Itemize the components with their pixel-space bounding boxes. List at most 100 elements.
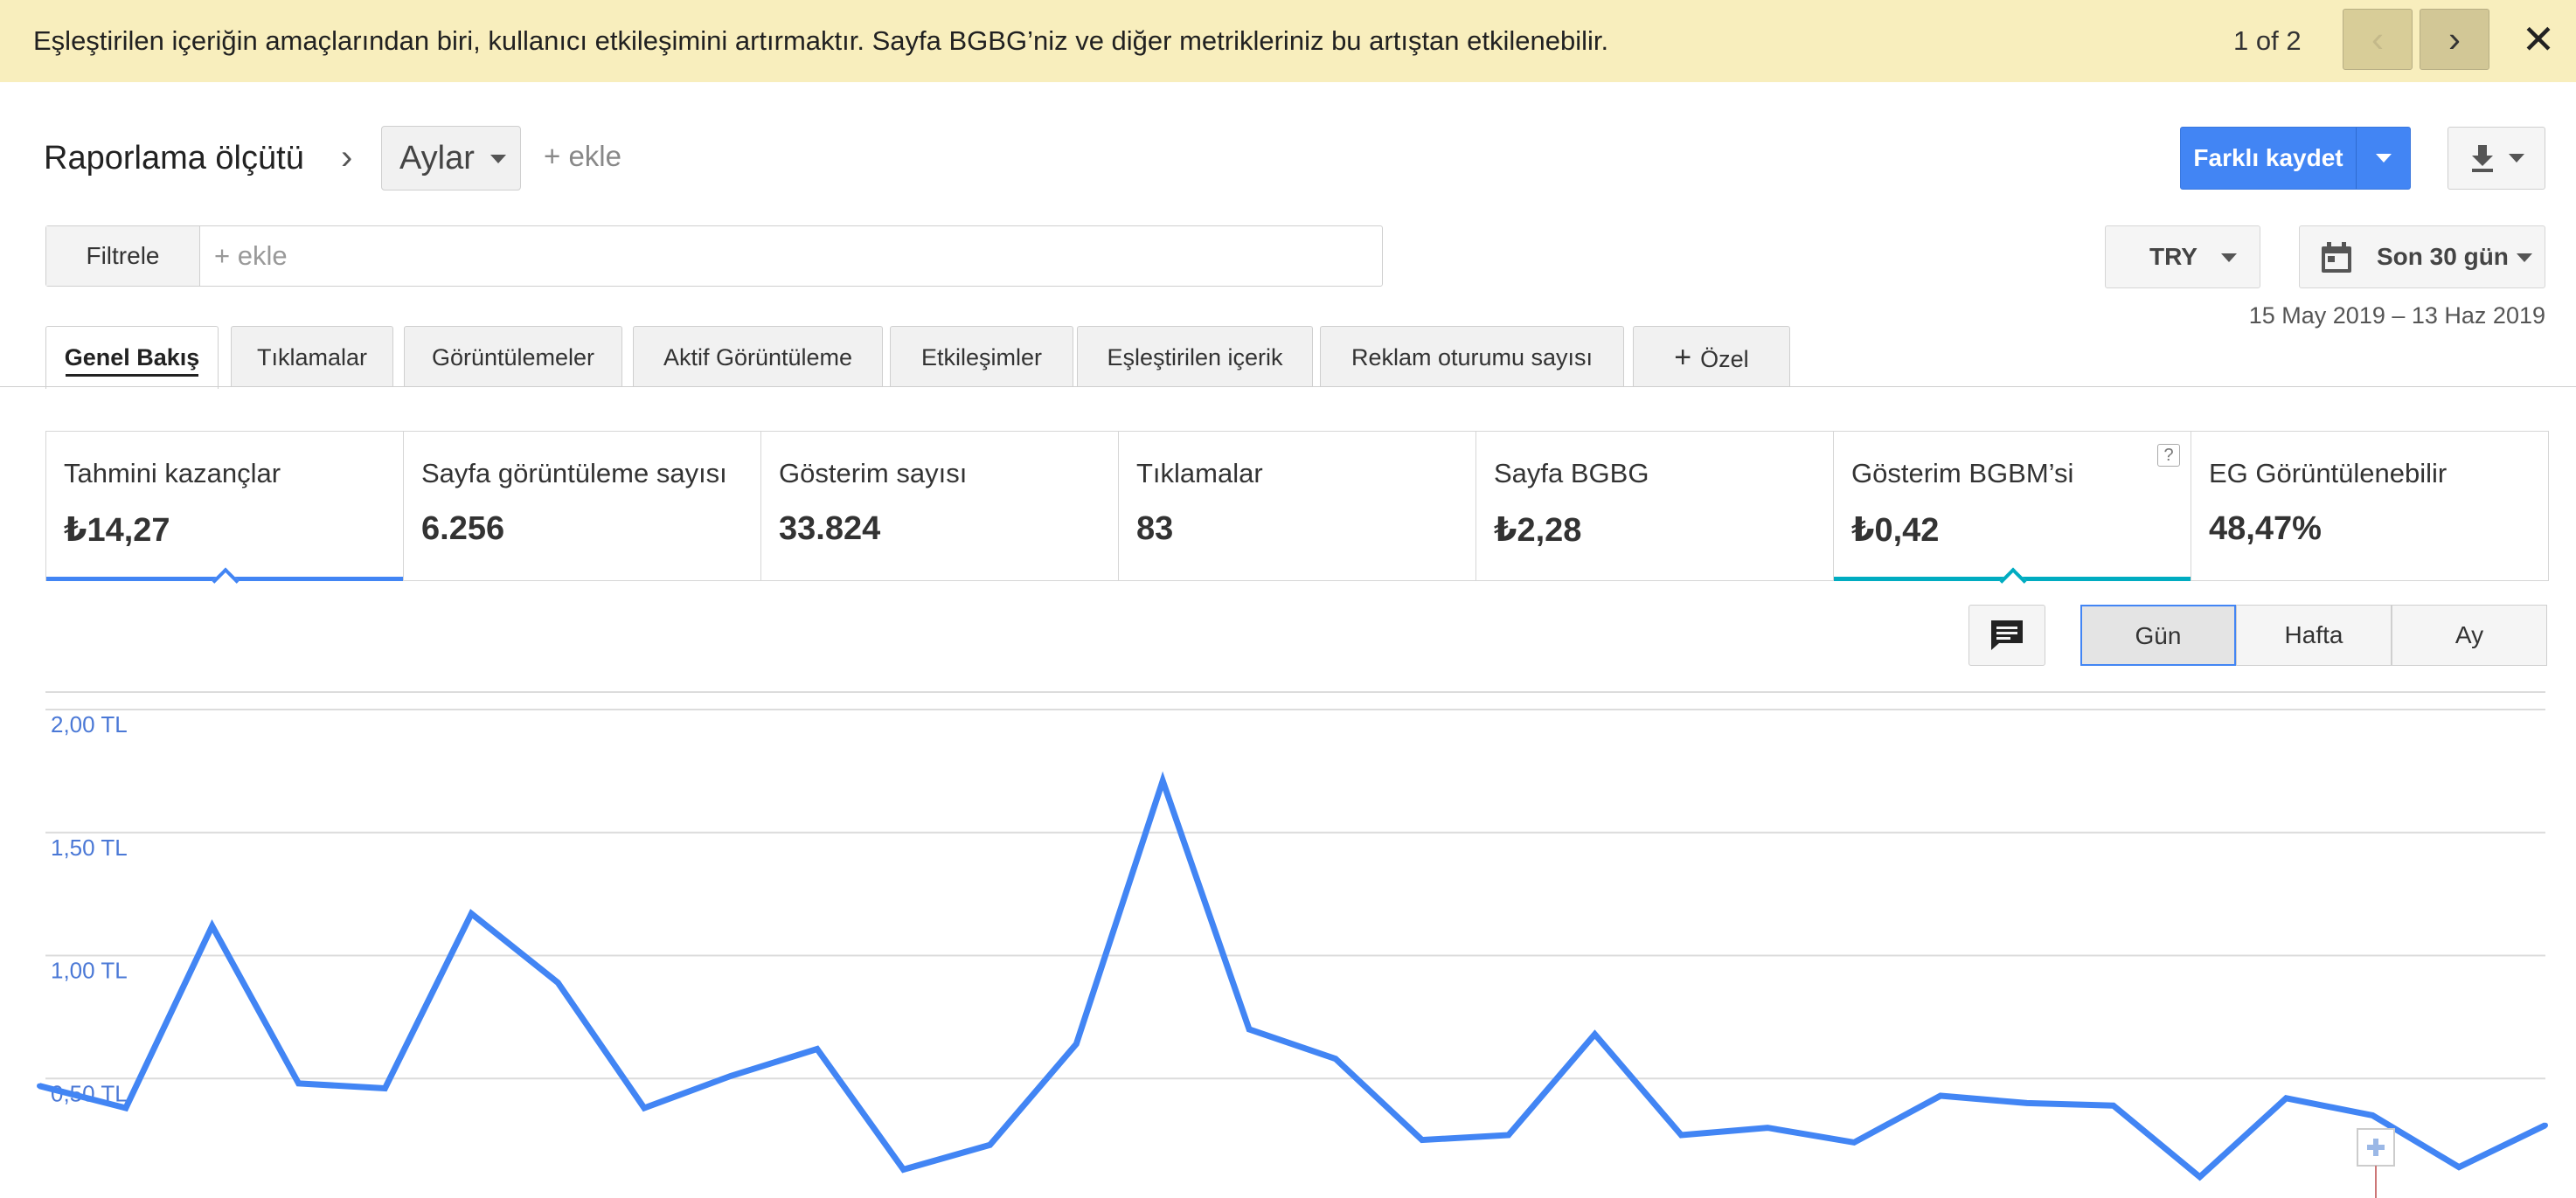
filter-bar: Filtrele + ekle [45,225,1383,287]
tab-ad-sessions[interactable]: Reklam oturumu sayısı [1320,326,1624,387]
data-point[interactable] [37,1083,42,1089]
date-range-label: Son 30 gün [2377,243,2509,270]
date-range-text: 15 May 2019 – 13 Haz 2019 [2248,302,2545,329]
data-point[interactable] [2197,1174,2203,1180]
data-point[interactable] [2283,1095,2289,1101]
y-tick-label: 1,50 TL [51,834,128,861]
granularity-day-button[interactable]: Gün [2080,605,2236,666]
caret-down-icon [2517,253,2532,262]
date-range-select[interactable]: Son 30 gün [2299,225,2545,288]
earnings-line-chart: 2,00 TL1,50 TL1,00 TL0,50 TL [37,691,2548,1198]
info-banner: Eşleştirilen içeriğin amaçlarından biri,… [0,0,2576,82]
filter-input[interactable]: + ekle [214,226,288,286]
metric-value: ₺0,42 [1851,512,1940,549]
add-annotation-marker[interactable] [2357,1128,2395,1198]
help-icon[interactable]: ? [2157,444,2180,467]
data-point[interactable] [1592,1031,1598,1037]
granularity-toggle: Gün Hafta Ay [2080,605,2547,666]
data-point[interactable] [382,1085,388,1091]
data-point[interactable] [1505,1132,1511,1138]
tab-label: Tıklamalar [256,344,368,370]
metric-card[interactable]: Tahmini kazançlar ₺14,27 [46,432,404,595]
dimension-select[interactable]: Aylar [381,126,521,190]
banner-prev-button[interactable]: ‹ [2343,9,2413,70]
tab-label: Görüntülemeler [431,344,595,370]
data-point[interactable] [2110,1103,2116,1109]
plus-icon: + [1674,341,1692,374]
data-point[interactable] [814,1046,820,1052]
download-icon [2472,145,2493,172]
data-point[interactable] [555,980,561,986]
tab-matched-content[interactable]: Eşleştirilen içerik [1077,326,1313,387]
data-point[interactable] [2370,1112,2376,1118]
calendar-icon [2322,242,2351,273]
tab-label: Aktif Görüntüleme [663,344,853,370]
data-point[interactable] [122,1105,128,1111]
data-point[interactable] [1419,1137,1425,1143]
tab-label: Genel Bakış [64,344,200,370]
tab-clicks[interactable]: Tıklamalar [231,326,393,387]
tab-custom[interactable]: + Özel [1633,326,1790,387]
banner-close-button[interactable]: ✕ [2517,10,2559,68]
metric-label: Tahmini kazançlar [64,458,281,488]
add-dimension-link[interactable]: + ekle [544,140,621,173]
metric-label: Tıklamalar [1136,458,1263,488]
tab-active-view[interactable]: Aktif Görüntüleme [633,326,883,387]
chevron-right-icon: › [341,138,353,177]
y-tick-label: 2,00 TL [51,711,128,737]
data-point[interactable] [1937,1092,1943,1098]
data-point[interactable] [469,911,475,917]
metric-card[interactable]: Gösterim BGBM’si ₺0,42 ? [1834,432,2191,595]
metric-card[interactable]: Sayfa görüntüleme sayısı 6.256 [404,432,761,580]
save-as-button[interactable]: Farklı kaydet [2180,127,2411,190]
data-point[interactable] [1073,1041,1080,1047]
data-point[interactable] [727,1073,733,1079]
data-point[interactable] [1765,1125,1771,1131]
granularity-week-button[interactable]: Hafta [2236,605,2392,666]
chevron-right-icon: › [2448,18,2461,59]
filter-label[interactable]: Filtrele [46,226,200,286]
granularity-month-button[interactable]: Ay [2392,605,2547,666]
data-point[interactable] [2024,1100,2030,1106]
series-line [38,771,2547,1181]
data-point[interactable] [1246,1026,1253,1032]
metric-card[interactable]: Sayfa BGBG ₺2,28 [1476,432,1834,580]
data-point[interactable] [2543,1122,2548,1128]
data-point[interactable] [987,1142,993,1148]
data-point[interactable] [209,923,215,929]
caret-down-icon [2221,253,2237,262]
dimension-value: Aylar [399,140,475,177]
data-point[interactable] [295,1080,302,1086]
banner-next-button[interactable]: › [2420,9,2489,70]
metric-label: EG Görüntülenebilir [2209,458,2448,488]
tab-interactions[interactable]: Etkileşimler [890,326,1073,387]
metric-label: Gösterim sayısı [779,458,968,488]
caret-down-icon [2509,154,2524,163]
tab-label: Reklam oturumu sayısı [1350,344,1594,370]
tab-label: Etkileşimler [920,344,1043,370]
annotation-button[interactable] [1968,605,2045,666]
metric-scorecards: Tahmini kazançlar ₺14,27 Sayfa görüntüle… [45,431,2549,595]
data-point[interactable] [2456,1164,2462,1170]
data-point[interactable] [1678,1132,1684,1138]
banner-message: Eşleştirilen içeriğin amaçlarından biri,… [33,25,1609,56]
banner-counter: 1 of 2 [2233,25,2302,56]
data-point[interactable] [1332,1056,1338,1062]
data-point[interactable] [1851,1139,1857,1146]
metric-value: 33.824 [779,510,881,547]
metric-value: 6.256 [421,510,505,547]
metric-card[interactable]: Gösterim sayısı 33.824 [761,432,1119,580]
metric-card[interactable]: Tıklamalar 83 [1119,432,1476,580]
metric-value: 48,47% [2209,510,2322,547]
metric-card[interactable]: EG Görüntülenebilir 48,47% [2191,432,2548,580]
save-options-dropdown[interactable] [2356,128,2410,189]
data-point[interactable] [642,1105,648,1111]
data-point[interactable] [1160,778,1166,784]
download-button[interactable] [2448,127,2545,190]
caret-down-icon [490,155,506,163]
caret-down-icon [2375,154,2392,163]
tab-overview[interactable]: Genel Bakış [45,326,219,389]
tab-views[interactable]: Görüntülemeler [404,326,622,387]
currency-select[interactable]: TRY [2105,225,2260,288]
data-point[interactable] [900,1167,906,1173]
